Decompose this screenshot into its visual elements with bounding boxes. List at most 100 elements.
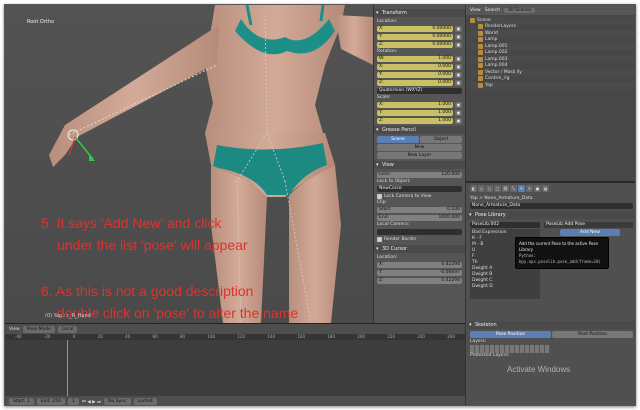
play-controls[interactable]: ⏮ ◀ ▶ ⏭: [82, 399, 101, 405]
outliner-scene-select[interactable]: All Scenes: [504, 7, 536, 13]
texture-tab-icon[interactable]: ▦: [542, 185, 549, 192]
lock-icon[interactable]: ▣: [455, 25, 462, 32]
transform-header[interactable]: Transform: [374, 9, 465, 17]
lamp-icon: [478, 50, 483, 56]
world-tab-icon[interactable]: ○: [486, 185, 493, 192]
object-tab-icon[interactable]: ▢: [494, 185, 501, 192]
mode-select[interactable]: Pose Mode: [22, 325, 55, 333]
activate-windows-watermark: Activate Windows: [507, 365, 571, 374]
armature-data-tab-icon[interactable]: ♆: [518, 185, 525, 192]
lamp-icon: [478, 63, 483, 69]
annotation-step6-line1: 6. As this is not a good description: [41, 283, 254, 299]
cursor-z-field[interactable]: Z: 0.42294: [377, 277, 462, 284]
pose-list-item[interactable]: Dwight D: [472, 284, 538, 290]
scene-tab-icon[interactable]: ◇: [478, 185, 485, 192]
sync-select[interactable]: No Sync: [104, 398, 131, 405]
lock-icon[interactable]: ▣: [455, 109, 462, 116]
lock-icon[interactable]: ▣: [455, 33, 462, 40]
viewport-status: (0) Yap : r_R_Hand: [45, 313, 91, 319]
layers-grid[interactable]: [470, 345, 550, 353]
bone-tab-icon[interactable]: ⚲: [526, 185, 533, 192]
modifiers-tab-icon[interactable]: 🔧: [510, 185, 517, 192]
render-tab-icon[interactable]: ◧: [470, 185, 477, 192]
lock-icon[interactable]: ▣: [455, 101, 462, 108]
scene-icon: [470, 17, 475, 23]
keying-set-select[interactable]: LocRot: [133, 398, 157, 405]
start-frame-field[interactable]: Start: 1: [9, 398, 34, 405]
end-frame-field[interactable]: End: 250: [36, 398, 65, 405]
3d-viewport[interactable]: Root Ortho 5. It says 'Add New' and clic…: [5, 5, 373, 323]
properties-shelf: Transform Location: X:0.00000▣ Y:0.00000…: [373, 5, 465, 323]
rotation-x-field[interactable]: X: 0.000: [377, 63, 453, 70]
rotation-mode-select[interactable]: Quaternion (WXYZ): [377, 87, 462, 94]
outliner: View Search All Scenes Scene RenderLayer…: [465, 5, 635, 181]
new-button[interactable]: New: [377, 144, 462, 151]
lock-icon[interactable]: ▣: [455, 117, 462, 124]
annotation-step5-line2: under the list 'pose' will appear: [57, 237, 248, 253]
material-tab-icon[interactable]: ●: [534, 185, 541, 192]
rotation-w-field[interactable]: W: 1.000: [377, 55, 453, 62]
cursor-y-field[interactable]: Y: -0.06697: [377, 269, 462, 276]
location-z-field[interactable]: Z: 0.00000: [377, 41, 453, 48]
character-figure: [49, 5, 373, 323]
add-new-button[interactable]: Add New: [560, 229, 620, 236]
grease-pencil-header[interactable]: Grease Pencil: [374, 126, 465, 134]
lock-object-field[interactable]: NewCorce: [377, 185, 462, 192]
pivot-select[interactable]: Local: [57, 325, 78, 333]
lock-icon[interactable]: ▣: [455, 71, 462, 78]
world-icon: [478, 30, 483, 36]
outliner-search-menu[interactable]: Search: [485, 8, 500, 13]
protected-layers-label: Protected Layers:: [470, 353, 510, 358]
location-x-field[interactable]: X: 0.00000: [377, 25, 453, 32]
view-header[interactable]: View: [374, 161, 465, 169]
scale-y-field[interactable]: Y: 1.000: [377, 109, 453, 116]
outliner-view-menu[interactable]: View: [470, 8, 481, 13]
tooltip-python: Python: bpy.ops.poselib.pose_add(frame=1…: [519, 253, 601, 264]
timeline-header: View Pose Mode Local: [5, 324, 465, 334]
annotation-step5-line1: 5. It says 'Add New' and click: [41, 215, 222, 231]
lock-icon[interactable]: ▣: [455, 41, 462, 48]
timeline[interactable]: View Pose Mode Local -40 -20 0 20 40 60 80 100…: [5, 323, 465, 405]
lock-icon[interactable]: ▣: [455, 63, 462, 70]
pose-position-button[interactable]: Pose Position: [470, 331, 551, 338]
armature-icon: [478, 76, 483, 82]
lock-icon[interactable]: ▣: [455, 79, 462, 86]
current-frame-field[interactable]: 1: [67, 398, 79, 405]
constraints-tab-icon[interactable]: ⛓: [502, 185, 509, 192]
render-border-checkbox[interactable]: Render Border: [377, 236, 462, 243]
object-button[interactable]: Object: [420, 136, 462, 143]
new-layer-button[interactable]: New Layer: [377, 152, 462, 159]
clip-start-field[interactable]: Start: 0.100: [377, 206, 462, 213]
rotation-z-field[interactable]: Z: 0.000: [377, 79, 453, 86]
blender-window: Root Ortho 5. It says 'Add New' and clic…: [4, 4, 636, 406]
lock-icon[interactable]: ▣: [455, 55, 462, 62]
scene-button[interactable]: Scene: [377, 136, 419, 143]
tooltip-description: Add the current Pose to the active Pose …: [519, 241, 598, 252]
cursor-x-field[interactable]: X: 0.42294: [377, 261, 462, 268]
outliner-row[interactable]: Yap: [470, 82, 635, 89]
clip-end-field[interactable]: End: 1000.000: [377, 214, 462, 221]
scale-x-field[interactable]: X: 1.000: [377, 101, 453, 108]
timeline-view-menu[interactable]: View: [9, 327, 20, 332]
rotation-y-field[interactable]: Y: 0.000: [377, 71, 453, 78]
armature-data-field[interactable]: None_Armature_Data: [470, 202, 633, 209]
timeline-ruler: -40 -20 0 20 40 60 80 100 120 140 160 180 200 220 2…: [5, 334, 465, 340]
renderlayer-icon: [478, 24, 483, 30]
pose-library-select[interactable]: PoseLib.002: [470, 221, 540, 228]
3d-cursor-header[interactable]: 3D Cursor: [374, 245, 465, 253]
playhead[interactable]: [67, 340, 68, 398]
rest-position-button[interactable]: Rest Position: [552, 331, 633, 338]
lens-field[interactable]: Lens: 120.000: [377, 171, 462, 178]
add-pose-tooltip: Add the current Pose to the active Pose …: [515, 237, 609, 269]
lamp-icon: [478, 37, 483, 43]
mesh-icon: [478, 69, 483, 75]
lock-camera-checkbox[interactable]: Lock Camera to View: [377, 193, 462, 200]
armature-icon: [478, 82, 483, 88]
pose-library-header[interactable]: Pose Library: [467, 211, 635, 219]
outliner-header: View Search All Scenes: [466, 5, 635, 15]
properties-tabs: ◧ ◇ ○ ▢ ⛓ 🔧 ♆ ⚲ ● ▦: [470, 185, 633, 193]
scale-z-field[interactable]: Z: 1.000: [377, 117, 453, 124]
skeleton-header[interactable]: Skeleton: [467, 321, 635, 329]
local-camera-field[interactable]: [377, 228, 462, 235]
location-y-field[interactable]: Y: 0.00000: [377, 33, 453, 40]
